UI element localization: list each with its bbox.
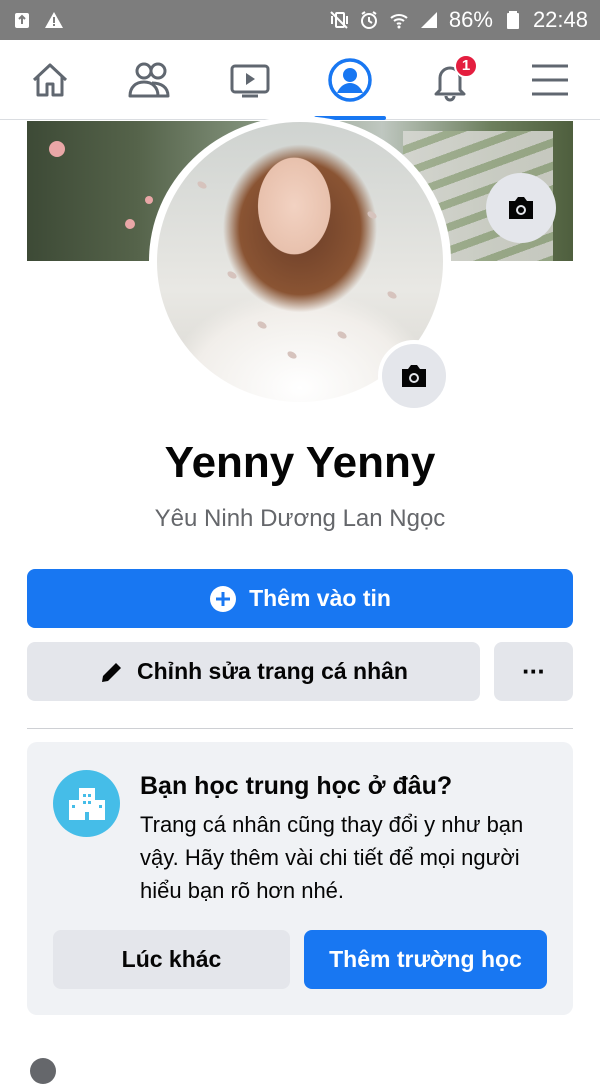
profile-subtitle: Yêu Ninh Dương Lan Ngọc [154,505,446,532]
school-prompt-text: Trang cá nhân cũng thay đổi y như bạn vậ… [140,812,524,903]
battery-percent: 86% [448,7,493,32]
battery-icon [506,11,519,29]
add-to-story-button[interactable]: Thêm vào tin [27,569,573,628]
more-options-button[interactable]: ··· [494,642,573,701]
status-bar: 86% 22:48 [0,0,600,40]
pencil-icon [102,662,122,682]
notification-badge: 1 [454,53,478,78]
profile-name: Yenny Yenny [164,438,436,487]
nav-watch[interactable] [210,40,290,120]
add-to-story-label: Thêm vào tin [249,585,391,611]
nav-friends[interactable] [110,40,190,120]
edit-profile-button[interactable]: Chỉnh sửa trang cá nhân [27,642,480,701]
nav-menu[interactable] [510,40,590,120]
video-icon [230,64,270,97]
hamburger-icon [532,64,568,95]
petal [336,329,348,341]
divider [27,728,573,729]
camera-icon [402,365,426,387]
cover-flower [49,141,65,157]
nav-notifications[interactable]: 1 [410,40,490,120]
nav-home[interactable] [10,40,90,120]
top-nav-bar: 1 [0,40,600,120]
edit-cover-photo-button[interactable] [486,173,556,243]
plus-circle-icon [210,585,237,612]
friends-icon [128,62,170,97]
petal [366,209,378,221]
profile-icon [328,57,372,102]
clock: 22:48 [532,7,588,32]
later-button[interactable]: Lúc khác [53,930,290,989]
warning-icon [45,12,63,28]
nav-profile[interactable] [310,40,390,120]
school-prompt-title: Bạn học trung học ở đâu? [140,772,453,800]
camera-icon [509,197,533,219]
mute-vibrate-icon [330,11,348,29]
petal [286,349,298,361]
cover-flower [145,196,153,204]
wifi-icon [390,14,408,29]
petal [256,319,268,331]
more-dots-icon: ··· [522,656,546,686]
petal [226,269,238,281]
cover-flower [125,219,135,229]
petal [386,289,398,301]
signal-icon [420,12,437,28]
edit-profile-label: Chỉnh sửa trang cá nhân [137,658,408,684]
school-icon [53,770,120,837]
alarm-icon [360,11,377,29]
recycle-icon [15,13,29,28]
next-section-icon [30,1058,56,1084]
edit-profile-picture-button[interactable] [378,340,450,412]
petal [196,179,208,191]
home-icon [32,63,68,96]
add-school-button[interactable]: Thêm trường học [304,930,547,989]
